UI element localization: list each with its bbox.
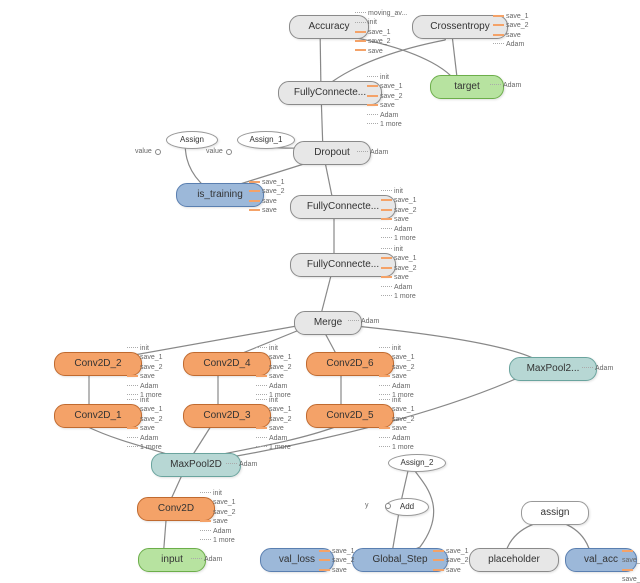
node-label: target xyxy=(454,82,480,92)
sidelink-item: 1 more xyxy=(256,443,292,452)
sidelink-item: Adam xyxy=(256,382,292,391)
node-maxpool_l[interactable]: MaxPool2D xyxy=(151,453,241,477)
node-conv2d_4[interactable]: Conv2D_4 xyxy=(183,352,271,376)
node-label: Conv2D_3 xyxy=(203,411,250,421)
node-assign_bot[interactable]: Assign_2 xyxy=(388,454,446,472)
node-dropout[interactable]: Dropout xyxy=(293,141,371,165)
pillet-pin xyxy=(155,149,161,155)
node-label: Global_Step xyxy=(372,555,427,565)
node-label: Crossentropy xyxy=(430,22,489,32)
sidelink-item: 1 more xyxy=(256,391,292,400)
sidelink-item: 1 more xyxy=(127,391,163,400)
node-label: val_acc xyxy=(584,555,618,565)
sidelink-item: save xyxy=(249,206,285,215)
node-label: FullyConnecte... xyxy=(307,260,379,270)
node-conv2d[interactable]: Conv2D xyxy=(137,497,215,521)
sidelink-item: Adam xyxy=(493,40,529,49)
node-label: val_loss xyxy=(279,555,315,565)
node-conv2d_2[interactable]: Conv2D_2 xyxy=(54,352,142,376)
sidelink-item: 1 more xyxy=(379,443,415,452)
sidelink-item: Adam xyxy=(379,382,415,391)
node-label: Conv2D_1 xyxy=(74,411,121,421)
node-assign[interactable]: assign xyxy=(521,501,589,525)
node-conv2d_3[interactable]: Conv2D_3 xyxy=(183,404,271,428)
sidelink-item: 1 more xyxy=(379,391,415,400)
node-label: MaxPool2D xyxy=(170,460,222,470)
node-conv2d_5[interactable]: Conv2D_5 xyxy=(306,404,394,428)
node-target[interactable]: target xyxy=(430,75,504,99)
node-label: Dropout xyxy=(314,148,350,158)
sidelink-item: save xyxy=(355,47,407,56)
node-add[interactable]: Add xyxy=(385,498,429,516)
node-label: Accuracy xyxy=(308,22,349,32)
node-label: Conv2D_6 xyxy=(326,359,373,369)
sidelink-item: Adam xyxy=(381,283,417,292)
node-label: placeholder xyxy=(488,555,540,565)
pillet-pin xyxy=(226,149,232,155)
sidelink-item: Adam xyxy=(256,434,292,443)
pillet-assign_top_a: value xyxy=(135,147,152,156)
sidelink-item: Adam xyxy=(127,434,163,443)
node-accuracy[interactable]: Accuracy xyxy=(289,15,369,39)
node-assign_top_a[interactable]: Assign xyxy=(166,131,218,149)
node-maxpool_r[interactable]: MaxPool2... xyxy=(509,357,597,381)
node-val_acc[interactable]: val_acc xyxy=(565,548,637,572)
node-label: Assign_2 xyxy=(401,459,434,467)
node-label: FullyConnecte... xyxy=(294,88,366,98)
sidelink-item: 1 more xyxy=(367,120,403,129)
node-fc_low[interactable]: FullyConnecte... xyxy=(290,253,396,277)
node-conv2d_1[interactable]: Conv2D_1 xyxy=(54,404,142,428)
node-crossentropy[interactable]: Crossentropy xyxy=(412,15,508,39)
node-label: Merge xyxy=(314,318,342,328)
sidelink-item: 1 more xyxy=(381,292,417,301)
node-val_loss[interactable]: val_loss xyxy=(260,548,334,572)
node-label: Assign_1 xyxy=(250,136,283,144)
node-fc_top[interactable]: FullyConnecte... xyxy=(278,81,382,105)
node-label: Conv2D_4 xyxy=(203,359,250,369)
node-label: Conv2D_2 xyxy=(74,359,121,369)
node-placeholder[interactable]: placeholder xyxy=(469,548,559,572)
node-merge[interactable]: Merge xyxy=(294,311,362,335)
sidelink-item: 1 more xyxy=(200,536,236,545)
node-label: is_training xyxy=(197,190,243,200)
node-is_training[interactable]: is_training xyxy=(176,183,264,207)
sidelink-item: 1 more xyxy=(381,234,417,243)
pillet-assign_top_b: value xyxy=(206,147,223,156)
sidelink-item: Adam xyxy=(367,111,403,120)
node-label: FullyConnecte... xyxy=(307,202,379,212)
node-label: assign xyxy=(541,508,570,518)
sidelink-item: Adam xyxy=(127,382,163,391)
sidelink-item: Adam xyxy=(379,434,415,443)
node-label: Conv2D_5 xyxy=(326,411,373,421)
node-conv2d_6[interactable]: Conv2D_6 xyxy=(306,352,394,376)
sidelink-item: 1 more xyxy=(127,443,163,452)
node-label: MaxPool2... xyxy=(527,364,580,374)
node-assign_top_b[interactable]: Assign_1 xyxy=(237,131,295,149)
node-input[interactable]: input xyxy=(138,548,206,572)
sidelink-item: Adam xyxy=(200,527,236,536)
node-label: Assign xyxy=(180,136,204,144)
node-fc_mid[interactable]: FullyConnecte... xyxy=(290,195,396,219)
sidelink-item: Adam xyxy=(381,225,417,234)
sidelink-item: save_2 xyxy=(355,37,407,46)
pillet-add: y xyxy=(365,501,369,510)
node-label: input xyxy=(161,555,183,565)
node-label: Add xyxy=(400,503,414,511)
node-global_step[interactable]: Global_Step xyxy=(352,548,448,572)
node-label: Conv2D xyxy=(158,504,194,514)
